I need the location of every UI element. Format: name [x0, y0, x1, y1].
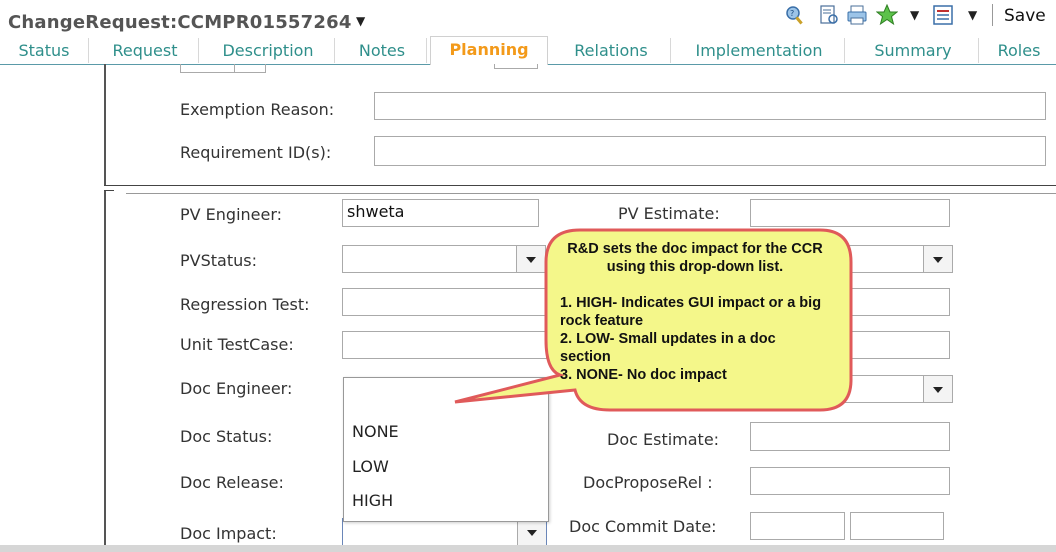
- tab-relations[interactable]: Relations: [552, 38, 671, 63]
- list-view-icon[interactable]: [932, 4, 954, 26]
- chevron-down-icon[interactable]: [517, 519, 546, 545]
- callout-heading: R&D sets the doc impact for the CCR usin…: [567, 241, 823, 275]
- report-icon[interactable]: [818, 4, 840, 26]
- section-frame-left: [104, 64, 106, 186]
- help-search-icon[interactable]: ?: [784, 4, 806, 26]
- requirement-ids-field[interactable]: [374, 136, 1046, 166]
- option-high[interactable]: HIGH: [352, 491, 393, 510]
- pv-engineer-label: PV Engineer:: [180, 205, 283, 224]
- list-menu-caret-icon[interactable]: ▼: [968, 8, 977, 22]
- callout-line-none: 3. NONE- No doc impact: [560, 367, 727, 383]
- favorite-star-icon[interactable]: [876, 4, 898, 26]
- tab-planning[interactable]: Planning: [430, 36, 548, 65]
- callout-line-low: 2. LOW- Small updates in a doc section: [560, 331, 776, 365]
- print-icon[interactable]: [846, 4, 868, 26]
- tab-summary[interactable]: Summary: [848, 38, 979, 63]
- doc-commit-date-field[interactable]: [750, 512, 845, 540]
- partial-field-top: [180, 64, 266, 73]
- doc-commit-date-label: Doc Commit Date:: [569, 517, 717, 536]
- tab-description[interactable]: Description: [202, 38, 335, 63]
- doc-impact-label: Doc Impact:: [180, 524, 277, 543]
- doc-release-label: Doc Release:: [180, 473, 284, 492]
- doc-commit-time-field[interactable]: [850, 512, 944, 540]
- doc-engineer-label: Doc Engineer:: [180, 379, 293, 398]
- tab-roles[interactable]: Roles: [982, 38, 1056, 63]
- exemption-reason-label: Exemption Reason:: [180, 100, 335, 119]
- chevron-down-icon[interactable]: [923, 376, 952, 402]
- favorite-menu-caret-icon[interactable]: ▼: [910, 8, 919, 22]
- section2-top-rule: [126, 193, 1056, 194]
- toolbar-separator: [992, 4, 993, 26]
- callout-line-high: 1. HIGH- Indicates GUI impact or a big r…: [560, 295, 822, 329]
- save-button[interactable]: Save: [1004, 6, 1046, 26]
- page-title: ChangeRequest:CCMPR01557264: [8, 12, 352, 33]
- tab-implementation[interactable]: Implementation: [674, 38, 845, 63]
- tab-notes[interactable]: Notes: [338, 38, 427, 63]
- partial-field-top-2: [494, 64, 538, 69]
- option-none[interactable]: NONE: [352, 422, 399, 441]
- bottom-scrollbar[interactable]: [0, 545, 1056, 552]
- section2-frame-left: [104, 190, 106, 552]
- doc-estimate-label: Doc Estimate:: [607, 430, 720, 449]
- pv-status-label: PVStatus:: [180, 251, 257, 270]
- title-menu-caret-icon[interactable]: ▼: [356, 14, 365, 28]
- option-low[interactable]: LOW: [352, 457, 389, 476]
- unit-testcase-label: Unit TestCase:: [180, 335, 294, 354]
- doc-estimate-field[interactable]: [750, 422, 950, 451]
- exemption-reason-field[interactable]: [374, 92, 1046, 120]
- doc-propose-rel-label: DocProposeRel :: [583, 473, 713, 492]
- tab-bar: Status Request Description Notes Plannin…: [0, 36, 1056, 65]
- partial-field-divider: [234, 64, 235, 72]
- section-divider: [104, 185, 1056, 186]
- section2-corner: [104, 190, 114, 191]
- requirement-ids-label: Requirement ID(s):: [180, 143, 332, 162]
- doc-impact-dropdown[interactable]: [342, 518, 547, 546]
- doc-propose-rel-field[interactable]: [750, 467, 950, 495]
- regression-test-label: Regression Test:: [180, 295, 310, 314]
- tab-status[interactable]: Status: [0, 38, 89, 63]
- svg-text:?: ?: [790, 9, 794, 18]
- callout-text: R&D sets the doc impact for the CCR usin…: [560, 240, 830, 384]
- tab-request[interactable]: Request: [92, 38, 199, 63]
- chevron-down-icon[interactable]: [923, 246, 952, 272]
- doc-status-label: Doc Status:: [180, 427, 273, 446]
